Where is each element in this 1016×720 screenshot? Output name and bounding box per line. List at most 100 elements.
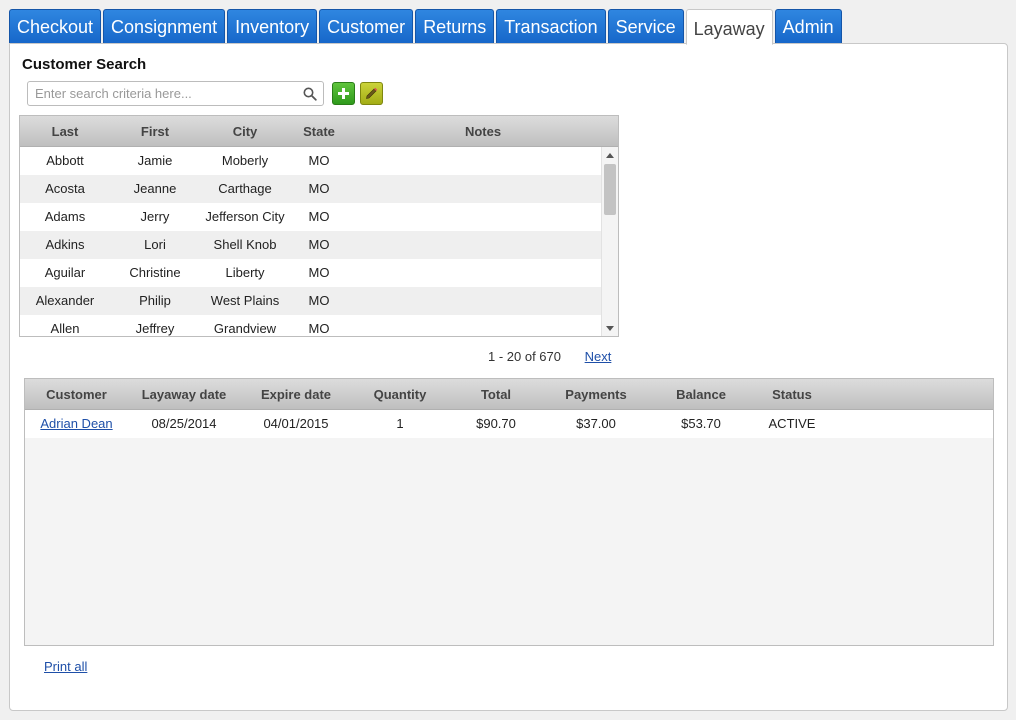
edit-customer-button[interactable] — [360, 82, 383, 105]
cell-first: Philip — [139, 293, 171, 308]
cell-quantity: 1 — [396, 416, 404, 431]
add-customer-button[interactable] — [332, 82, 355, 105]
search-box — [27, 81, 324, 106]
cell-state: MO — [308, 237, 330, 252]
cell-state: MO — [308, 209, 330, 224]
column-header-first[interactable]: First — [110, 116, 200, 146]
table-row[interactable]: Adams Jerry Jefferson City MO — [20, 203, 602, 231]
customer-grid: Last First City State Notes Abbott Jamie… — [19, 115, 619, 337]
column-header-state[interactable]: State — [290, 116, 348, 146]
scroll-thumb[interactable] — [604, 164, 616, 215]
pencil-icon — [366, 87, 378, 99]
cell-last: Abbott — [46, 153, 84, 168]
tab-returns[interactable]: Returns — [415, 9, 495, 44]
scroll-up-arrow-icon[interactable] — [606, 153, 614, 158]
layaway-panel: Customer Search Last First City State No… — [9, 43, 1008, 711]
cell-city: Jefferson City — [205, 209, 285, 224]
column-header-city[interactable]: City — [200, 116, 290, 146]
tab-checkout[interactable]: Checkout — [9, 9, 102, 44]
next-page-link[interactable]: Next — [585, 349, 612, 364]
table-row[interactable]: Adrian Dean 08/25/2014 04/01/2015 1 $90.… — [25, 410, 993, 438]
main-tabs: Checkout Consignment Inventory Customer … — [9, 9, 842, 45]
cell-last: Adams — [44, 209, 86, 224]
tab-admin[interactable]: Admin — [774, 9, 842, 44]
cell-customer: Adrian Dean — [25, 410, 128, 438]
cell-last: Aguilar — [44, 265, 86, 280]
cell-city: Liberty — [225, 265, 265, 280]
layaway-grid-header: Customer Layaway date Expire date Quanti… — [25, 379, 993, 410]
cell-notes — [348, 203, 602, 231]
pager: 1 - 20 of 670 Next — [488, 349, 611, 364]
print-all-container: Print all — [44, 659, 87, 674]
cell-city: Carthage — [218, 181, 272, 196]
customer-grid-body: Abbott Jamie Moberly MO Acosta Jeanne Ca… — [20, 147, 602, 336]
customer-grid-header: Last First City State Notes — [20, 116, 618, 147]
table-row[interactable]: Allen Jeffrey Grandview MO — [20, 315, 602, 336]
column-header-spacer — [830, 379, 993, 409]
column-header-last[interactable]: Last — [20, 116, 110, 146]
cell-last: Allen — [50, 321, 80, 336]
cell-notes — [348, 287, 602, 315]
column-header-balance[interactable]: Balance — [648, 379, 754, 409]
tab-service[interactable]: Service — [607, 9, 684, 44]
table-row[interactable]: Acosta Jeanne Carthage MO — [20, 175, 602, 203]
search-input[interactable] — [28, 82, 298, 105]
cell-layaway-date: 08/25/2014 — [151, 416, 217, 431]
cell-first: Lori — [144, 237, 166, 252]
cell-state: MO — [308, 153, 330, 168]
column-header-status[interactable]: Status — [754, 379, 830, 409]
table-row[interactable]: Adkins Lori Shell Knob MO — [20, 231, 602, 259]
cell-spacer — [830, 410, 993, 438]
column-header-expire-date[interactable]: Expire date — [240, 379, 352, 409]
tab-transaction[interactable]: Transaction — [496, 9, 606, 44]
tab-inventory[interactable]: Inventory — [227, 9, 318, 44]
print-all-link[interactable]: Print all — [44, 659, 87, 674]
cell-first: Christine — [129, 265, 181, 280]
cell-status: ACTIVE — [768, 416, 816, 431]
column-header-payments[interactable]: Payments — [544, 379, 648, 409]
cell-city: West Plains — [210, 293, 280, 308]
cell-state: MO — [308, 293, 330, 308]
cell-payments: $37.00 — [576, 416, 616, 431]
cell-state: MO — [308, 321, 330, 336]
layaway-grid: Customer Layaway date Expire date Quanti… — [24, 378, 994, 646]
cell-state: MO — [308, 181, 330, 196]
cell-notes — [348, 175, 602, 203]
plus-icon — [338, 88, 349, 99]
cell-last: Acosta — [45, 181, 85, 196]
cell-state: MO — [308, 265, 330, 280]
customer-grid-scrollbar[interactable] — [601, 147, 618, 336]
cell-last: Adkins — [45, 237, 85, 252]
cell-notes — [348, 147, 602, 175]
pager-range: 1 - 20 of 670 — [488, 349, 561, 364]
cell-city: Shell Knob — [213, 237, 277, 252]
scroll-down-arrow-icon[interactable] — [606, 326, 614, 331]
table-row[interactable]: Aguilar Christine Liberty MO — [20, 259, 602, 287]
table-row[interactable]: Abbott Jamie Moberly MO — [20, 147, 602, 175]
customer-link[interactable]: Adrian Dean — [40, 416, 112, 431]
table-row[interactable]: Alexander Philip West Plains MO — [20, 287, 602, 315]
tab-layaway[interactable]: Layaway — [685, 9, 773, 45]
cell-notes — [348, 231, 602, 259]
tab-consignment[interactable]: Consignment — [103, 9, 226, 44]
tab-customer[interactable]: Customer — [319, 9, 414, 44]
column-header-customer[interactable]: Customer — [25, 379, 128, 409]
column-header-notes[interactable]: Notes — [348, 116, 618, 146]
cell-total: $90.70 — [476, 416, 516, 431]
cell-first: Jamie — [137, 153, 173, 168]
search-icon[interactable] — [303, 87, 317, 101]
cell-notes — [348, 315, 602, 336]
cell-first: Jeanne — [133, 181, 177, 196]
column-header-layaway-date[interactable]: Layaway date — [128, 379, 240, 409]
customer-search-title: Customer Search — [22, 56, 147, 73]
cell-balance: $53.70 — [681, 416, 721, 431]
column-header-quantity[interactable]: Quantity — [352, 379, 448, 409]
cell-first: Jeffrey — [135, 321, 175, 336]
cell-notes — [348, 259, 602, 287]
column-header-total[interactable]: Total — [448, 379, 544, 409]
cell-expire-date: 04/01/2015 — [263, 416, 329, 431]
cell-city: Grandview — [213, 321, 277, 336]
cell-city: Moberly — [221, 153, 269, 168]
cell-last: Alexander — [35, 293, 95, 308]
cell-first: Jerry — [140, 209, 170, 224]
